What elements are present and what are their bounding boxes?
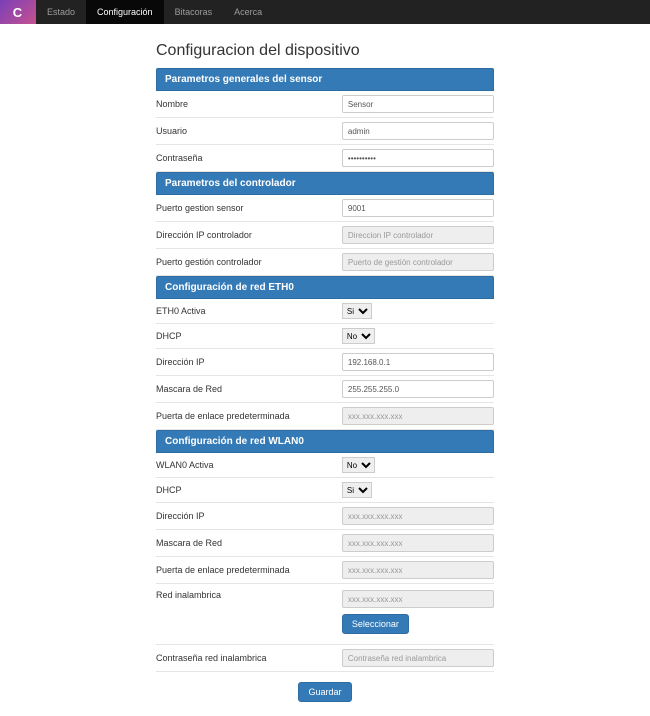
nav-item-bitacoras[interactable]: Bitacoras [164, 0, 224, 24]
wlan0-mask-label: Mascara de Red [156, 538, 342, 548]
field-eth0-dhcp: DHCP No [156, 324, 494, 349]
field-contrasena: Contraseña [156, 145, 494, 172]
seleccionar-button[interactable]: Seleccionar [342, 614, 409, 634]
field-eth0-mask: Mascara de Red [156, 376, 494, 403]
logo-letter: C [13, 5, 22, 20]
page-title: Configuracion del dispositivo [156, 42, 494, 60]
wlan0-gateway-label: Puerta de enlace predeterminada [156, 565, 342, 575]
nav-item-estado[interactable]: Estado [36, 0, 86, 24]
puerto-sensor-input[interactable] [342, 199, 494, 217]
eth0-activa-label: ETH0 Activa [156, 306, 342, 316]
contrasena-label: Contraseña [156, 153, 342, 163]
field-wlan0-ip: Dirección IP [156, 503, 494, 530]
eth0-gateway-input[interactable] [342, 407, 494, 425]
wlan0-wifipass-label: Contraseña red inalambrica [156, 653, 342, 663]
section-controller-heading: Parametros del controlador [156, 172, 494, 195]
section-general-heading: Parametros generales del sensor [156, 68, 494, 91]
usuario-label: Usuario [156, 126, 342, 136]
contrasena-input[interactable] [342, 149, 494, 167]
nav-items: Estado Configuración Bitacoras Acerca [36, 0, 273, 24]
wlan0-ip-label: Dirección IP [156, 511, 342, 521]
puerto-controlador-label: Puerto gestión controlador [156, 257, 342, 267]
main-container: Configuracion del dispositivo Parametros… [156, 42, 494, 716]
field-wlan0-mask: Mascara de Red [156, 530, 494, 557]
navbar: C Estado Configuración Bitacoras Acerca [0, 0, 650, 24]
eth0-ip-input[interactable] [342, 353, 494, 371]
ip-controlador-label: Dirección IP controlador [156, 230, 342, 240]
wlan0-ssid-label: Red inalambrica [156, 590, 342, 600]
field-eth0-gateway: Puerta de enlace predeterminada [156, 403, 494, 430]
eth0-gateway-label: Puerta de enlace predeterminada [156, 411, 342, 421]
eth0-mask-label: Mascara de Red [156, 384, 342, 394]
field-wlan0-activa: WLAN0 Activa No [156, 453, 494, 478]
field-wlan0-dhcp: DHCP Si [156, 478, 494, 503]
puerto-controlador-input[interactable] [342, 253, 494, 271]
wlan0-activa-label: WLAN0 Activa [156, 460, 342, 470]
field-wlan0-ssid: Red inalambrica Seleccionar [156, 584, 494, 645]
eth0-ip-label: Dirección IP [156, 357, 342, 367]
section-eth0-heading: Configuración de red ETH0 [156, 276, 494, 299]
nav-item-acerca[interactable]: Acerca [223, 0, 273, 24]
footer: Guardar [156, 682, 494, 716]
field-puerto-sensor: Puerto gestion sensor [156, 195, 494, 222]
field-eth0-ip: Dirección IP [156, 349, 494, 376]
wlan0-mask-input[interactable] [342, 534, 494, 552]
eth0-dhcp-select[interactable]: No [342, 328, 375, 344]
nombre-label: Nombre [156, 99, 342, 109]
eth0-activa-select[interactable]: Si [342, 303, 372, 319]
field-wlan0-gateway: Puerta de enlace predeterminada [156, 557, 494, 584]
field-usuario: Usuario [156, 118, 494, 145]
nombre-input[interactable] [342, 95, 494, 113]
field-nombre: Nombre [156, 91, 494, 118]
wlan0-ssid-input[interactable] [342, 590, 494, 608]
eth0-dhcp-label: DHCP [156, 331, 342, 341]
wlan0-dhcp-select[interactable]: Si [342, 482, 372, 498]
wlan0-dhcp-label: DHCP [156, 485, 342, 495]
field-ip-controlador: Dirección IP controlador [156, 222, 494, 249]
field-eth0-activa: ETH0 Activa Si [156, 299, 494, 324]
guardar-button[interactable]: Guardar [298, 682, 351, 702]
field-puerto-controlador: Puerto gestión controlador [156, 249, 494, 276]
ip-controlador-input[interactable] [342, 226, 494, 244]
logo-icon: C [0, 0, 36, 24]
puerto-sensor-label: Puerto gestion sensor [156, 203, 342, 213]
wlan0-ip-input[interactable] [342, 507, 494, 525]
nav-item-configuracion[interactable]: Configuración [86, 0, 164, 24]
wlan0-activa-select[interactable]: No [342, 457, 375, 473]
eth0-mask-input[interactable] [342, 380, 494, 398]
wlan0-wifipass-input[interactable] [342, 649, 494, 667]
section-wlan0-heading: Configuración de red WLAN0 [156, 430, 494, 453]
wlan0-gateway-input[interactable] [342, 561, 494, 579]
field-wlan0-wifipass: Contraseña red inalambrica [156, 645, 494, 672]
usuario-input[interactable] [342, 122, 494, 140]
